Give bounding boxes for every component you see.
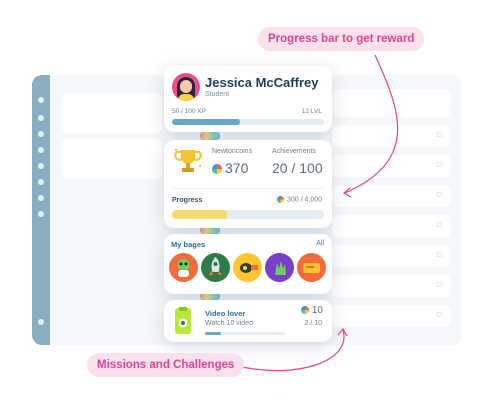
newtoncoin-icon (300, 306, 309, 315)
satellite-badge-icon[interactable] (233, 253, 262, 282)
annotation-missions: Missions and Challenges (87, 353, 245, 377)
level-text: 12 LVL (301, 108, 322, 115)
rocket-badge-icon[interactable] (201, 253, 230, 282)
reward-progress-bar (172, 210, 324, 219)
badges-title: My bages (171, 240, 206, 249)
video-lover-icon (175, 307, 191, 334)
badges-all-link[interactable]: All (316, 240, 324, 247)
trophy-icon (174, 148, 202, 172)
newtoncoin-icon (212, 164, 222, 175)
xp-progress-bar (172, 119, 324, 125)
background-sidebar (32, 75, 50, 345)
ticket-badge-icon[interactable] (297, 253, 326, 282)
mission-subtitle: Watch 10 video (205, 320, 253, 327)
badges-card: My bages All (164, 234, 332, 294)
profile-card: Jessica McCaffrey Student 50 / 100 XP 12… (164, 66, 332, 132)
mission-reward: 10 (300, 305, 323, 316)
card-connector (200, 132, 220, 140)
avatar[interactable] (172, 73, 200, 101)
mission-progress-bar (205, 332, 285, 335)
achievements-value: 20 / 100 (272, 160, 323, 176)
mission-title: Video lover (205, 309, 246, 318)
user-name: Jessica McCaffrey (205, 75, 319, 90)
stats-card: Newtoncoins 370 Achievements 20 / 100 Pr… (164, 140, 332, 228)
mission-card[interactable]: Video lover Watch 10 video 10 2 / 10 (164, 300, 332, 342)
user-role: Student (205, 91, 230, 98)
monster-hand-badge-icon[interactable] (265, 253, 294, 282)
newtoncoins-value: 370 (212, 160, 248, 176)
xp-text: 50 / 100 XP (172, 108, 206, 115)
alien-badge-icon[interactable] (169, 253, 198, 282)
mission-count: 2 / 10 (304, 320, 322, 327)
achievements-label: Achievements (272, 148, 316, 155)
progress-count: 300 / 4,000 (276, 196, 322, 203)
progress-label: Progress (172, 197, 203, 204)
annotation-progress-bar: Progress bar to get reward (258, 27, 425, 51)
newtoncoins-label: Newtoncoins (212, 148, 253, 155)
newtoncoin-icon (276, 196, 284, 203)
